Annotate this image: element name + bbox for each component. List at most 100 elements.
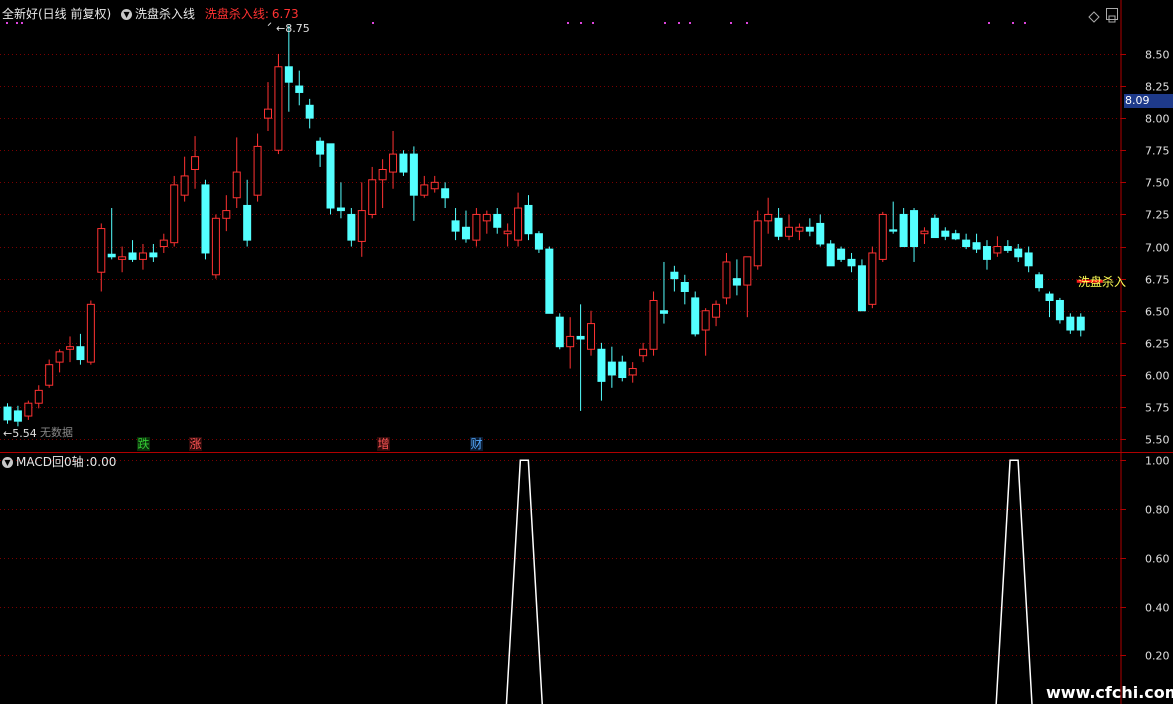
candle (868, 246, 877, 309)
indicator-label: 洗盘杀入线: (204, 7, 269, 21)
indicator-name[interactable]: 洗盘杀入线 (135, 7, 195, 21)
macd-spike (505, 459, 543, 704)
candle (368, 166, 377, 219)
candle (1045, 291, 1054, 318)
candle (639, 342, 648, 363)
candle-body (701, 310, 710, 331)
candle-body (1066, 316, 1075, 331)
candle (649, 291, 658, 356)
candle (378, 159, 387, 209)
candle-body (253, 145, 262, 196)
candle (857, 259, 866, 312)
candle (941, 227, 950, 241)
candle-body (972, 242, 981, 250)
candle (972, 233, 981, 253)
candle (545, 246, 554, 314)
price-tick-label: 5.75 (1145, 402, 1170, 415)
candle-body (472, 213, 481, 241)
candle (253, 133, 262, 202)
candle (389, 130, 398, 189)
macd-tick-label: 0.20 (1145, 650, 1170, 663)
price-tick-label: 7.75 (1145, 145, 1170, 158)
candle (785, 214, 793, 241)
candle (3, 403, 12, 424)
candle-body (659, 310, 668, 314)
candle-body (13, 410, 22, 422)
candle-body (691, 297, 700, 335)
macd-tick-label: 1.00 (1145, 455, 1170, 468)
candle (264, 82, 272, 131)
candle-body (753, 220, 762, 267)
candle (55, 349, 64, 373)
candle-body (97, 228, 106, 273)
candlestick-series (3, 25, 1085, 427)
price-tick-label: 6.75 (1145, 274, 1170, 287)
chevron-down-icon[interactable]: ▼ (121, 9, 133, 20)
candle-body (284, 66, 293, 83)
candle-body (628, 368, 637, 376)
candle-body (420, 184, 429, 196)
candle-body (524, 204, 533, 235)
candle-body (149, 252, 158, 258)
candle-body (764, 213, 773, 222)
candle (24, 400, 33, 420)
candle-body (295, 85, 304, 93)
candle (555, 313, 564, 350)
candle-body (347, 213, 356, 241)
candle-body (451, 220, 460, 232)
candle-body (774, 217, 783, 237)
candle-body (503, 230, 512, 235)
low-annotation: ←5.54 (3, 427, 37, 440)
sub-indicator-value: :0.00 (85, 455, 117, 469)
candle-body (389, 153, 398, 173)
price-tick-label: 7.25 (1145, 209, 1170, 222)
sub-indicator-name[interactable]: MACD回0轴 (16, 455, 84, 469)
signal-dot (664, 22, 666, 24)
candle (316, 137, 325, 167)
candle-body (159, 239, 168, 248)
candle (764, 197, 773, 234)
macd-tick-label: 0.40 (1145, 602, 1170, 615)
candle (170, 175, 179, 247)
event-marker[interactable]: 涨 (189, 437, 202, 451)
candle (243, 179, 252, 247)
event-marker[interactable]: 跌 (137, 437, 150, 451)
candle-body (837, 248, 846, 260)
candle (472, 208, 481, 247)
candle-body (461, 226, 470, 240)
chevron-down-icon[interactable]: ▼ (2, 457, 13, 468)
prev-button[interactable] (1088, 8, 1100, 23)
candle-body (441, 188, 450, 199)
candle (691, 291, 700, 337)
event-marker[interactable]: 财 (470, 437, 483, 451)
candle (795, 223, 804, 241)
candle (159, 233, 168, 253)
candle (222, 195, 231, 232)
candle (86, 300, 95, 365)
candle-body (409, 153, 418, 196)
candle (399, 150, 408, 176)
candle (76, 333, 85, 365)
candle (930, 214, 939, 239)
candle-body (357, 210, 366, 242)
candle-body (1035, 274, 1044, 289)
macd-series (505, 459, 1033, 704)
event-marker[interactable]: 增 (377, 437, 390, 451)
candle-body (607, 361, 616, 376)
candle-body (211, 217, 220, 276)
candle (34, 385, 43, 409)
candle (357, 182, 366, 257)
signal-dot (678, 22, 680, 24)
no-data-text: 无数据 (40, 426, 73, 439)
high-annotation: ←8.75 (276, 22, 310, 35)
candle-body (378, 169, 387, 181)
signal-dot (1012, 22, 1014, 24)
candle (274, 53, 283, 155)
candle (461, 210, 470, 243)
candle-body (1003, 246, 1012, 251)
restore-button[interactable] (1106, 8, 1118, 23)
candle (107, 208, 116, 260)
candle (816, 214, 825, 247)
signal-dot (580, 22, 582, 24)
candle (1055, 297, 1064, 324)
